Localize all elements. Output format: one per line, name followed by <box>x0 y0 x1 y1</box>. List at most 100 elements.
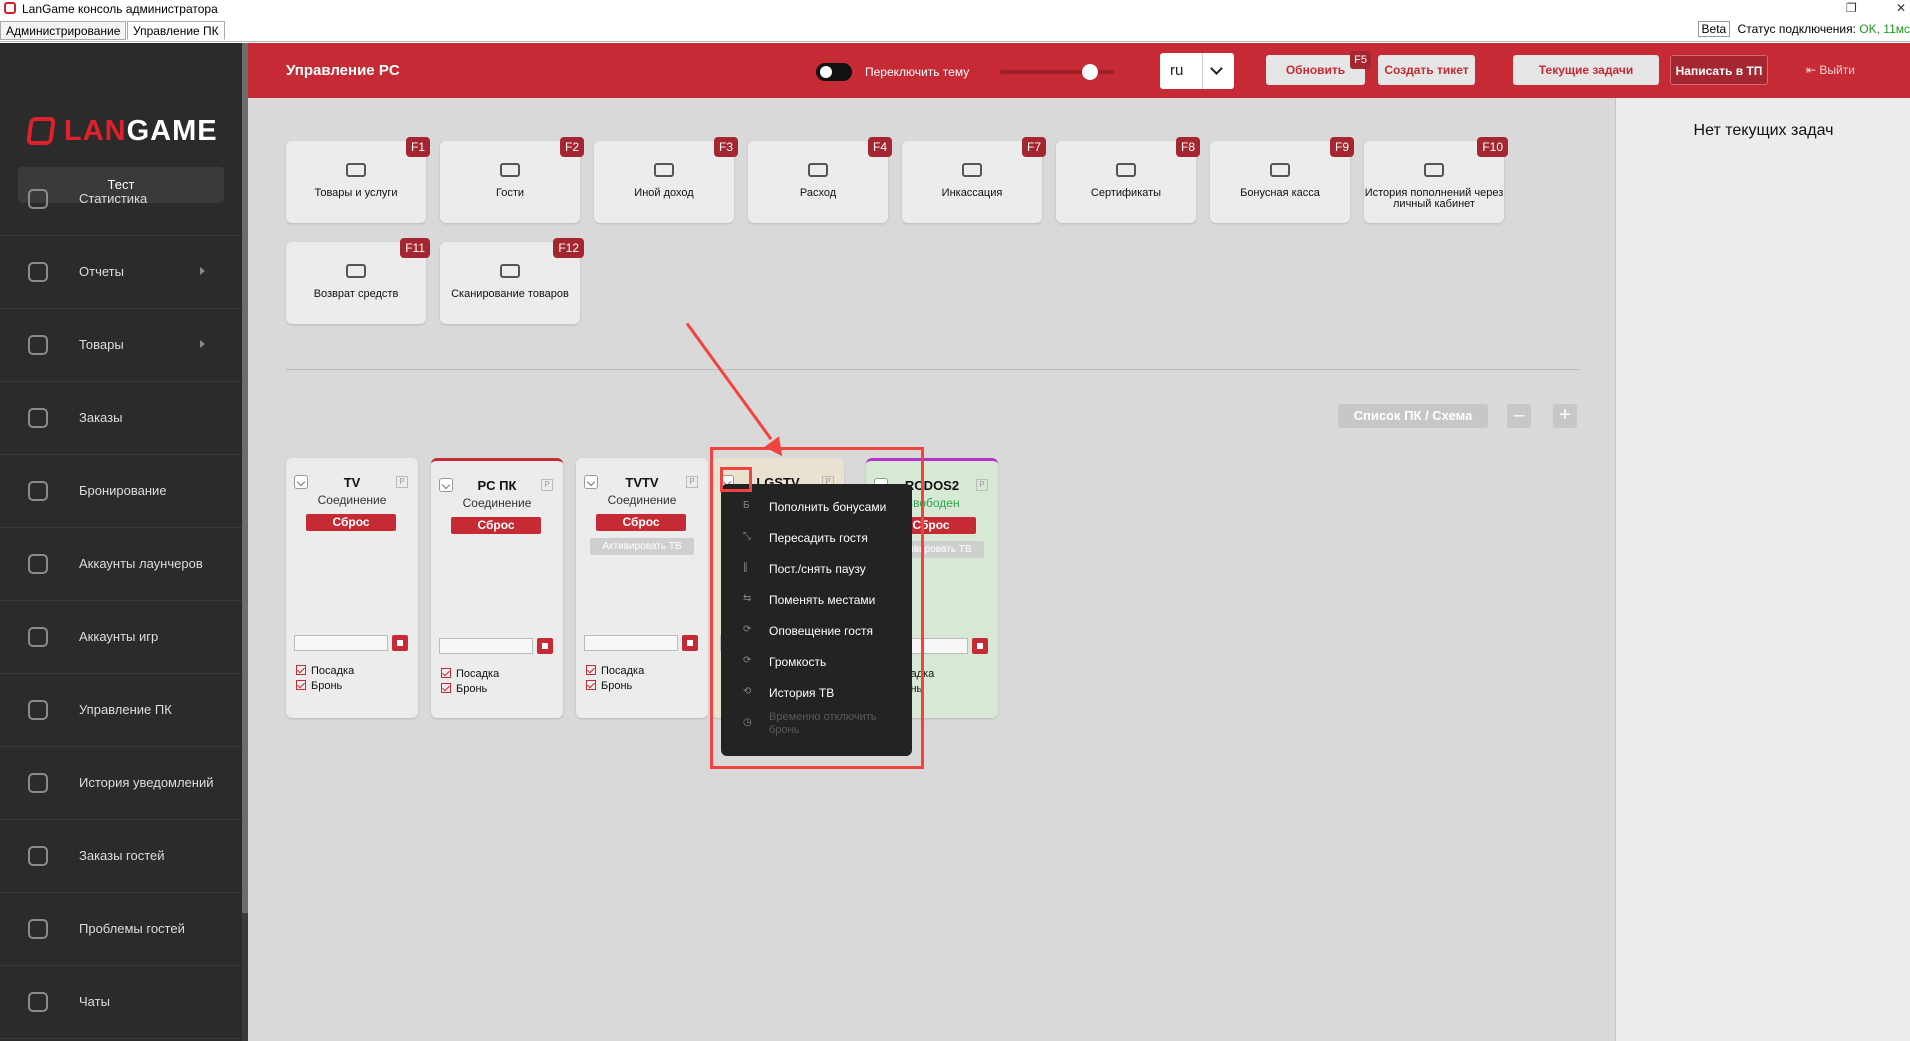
sidebar-item[interactable]: Заказы <box>0 382 242 455</box>
close-window-icon[interactable]: ✕ <box>1896 1 1906 15</box>
tile-hotkey: F12 <box>553 238 584 258</box>
pc-reset-button[interactable]: Сброс <box>306 514 396 531</box>
sidebar-item[interactable]: Проблемы гостей <box>0 893 242 966</box>
tasks-panel-title: Нет текущих задач <box>1693 122 1834 139</box>
pc-reset-button[interactable]: Сброс <box>451 517 541 534</box>
sidebar-item[interactable]: Аккаунты лаунчеров <box>0 528 242 601</box>
users-icon <box>500 163 520 177</box>
logout-button[interactable]: ⇤ Выйти <box>1806 63 1855 77</box>
pc-card[interactable]: P PC ПК Соединение Сброс Посадка Бронь <box>431 458 563 718</box>
annotation-highlight-checkbox <box>720 467 752 492</box>
pc-card[interactable]: P TVTV Соединение Сброс Активировать ТВ Пос… <box>576 458 708 718</box>
sidebar-item[interactable]: История уведомлений <box>0 747 242 820</box>
sidebar-item[interactable]: Товары <box>0 309 242 382</box>
theme-toggle[interactable] <box>816 63 852 81</box>
sidebar-item[interactable]: Чаты <box>0 966 242 1039</box>
sidebar-item-label: Аккаунты лаунчеров <box>79 556 203 571</box>
sidebar-item-label: Аккаунты игр <box>79 629 159 644</box>
seat-checkbox[interactable]: Посадка <box>296 665 354 677</box>
sidebar-item-label: Проблемы гостей <box>79 921 185 936</box>
tile-label: Сертификаты <box>1090 187 1162 199</box>
create-ticket-button[interactable]: Создать тикет <box>1378 55 1475 85</box>
quick-action-tile[interactable]: Инкассация F7 <box>902 137 1046 223</box>
grid-icon <box>28 408 48 428</box>
pc-card[interactable]: P TV Соединение Сброс Посадка Бронь <box>286 458 418 718</box>
trend-down-icon <box>808 163 828 177</box>
quick-action-tile[interactable]: Иной доход F3 <box>594 137 738 223</box>
sidebar-item-label: История уведомлений <box>79 775 214 790</box>
refresh-label: Обновить <box>1285 63 1346 77</box>
beta-badge[interactable]: Beta <box>1697 21 1731 37</box>
seat-checkbox[interactable]: Посадка <box>586 665 644 677</box>
quick-action-tile[interactable]: Сканирование товаров F12 <box>440 238 584 324</box>
pc-status: Соединение <box>607 493 677 507</box>
tab-administration[interactable]: Администрирование <box>0 21 127 40</box>
current-tasks-button[interactable]: Текущие задачи <box>1513 55 1659 85</box>
tile-hotkey: F3 <box>713 137 738 157</box>
pc-status: Соединение <box>317 493 387 507</box>
cash-icon <box>1270 163 1290 177</box>
refresh-hotkey: F5 <box>1350 51 1371 69</box>
cash-icon <box>500 264 520 278</box>
slider-knob[interactable] <box>1082 64 1098 80</box>
lock-icon[interactable] <box>392 635 408 651</box>
lock-icon[interactable] <box>537 638 553 654</box>
quick-action-tile[interactable]: Расход F4 <box>748 137 892 223</box>
booking-checkbox[interactable]: Бронь <box>441 683 487 695</box>
tile-label: Гости <box>495 187 525 199</box>
cash-icon <box>1424 163 1444 177</box>
chevron-down-icon[interactable] <box>1210 62 1223 75</box>
quick-action-tile[interactable]: Сертификаты F8 <box>1056 137 1200 223</box>
activate-tv-button[interactable]: Активировать ТВ <box>590 538 694 555</box>
trend-up-icon <box>654 163 674 177</box>
language-select[interactable]: ru <box>1160 53 1234 89</box>
pc-input[interactable] <box>584 635 678 651</box>
sidebar-item[interactable]: Управление ПК <box>0 674 242 747</box>
seat-checkbox[interactable]: Посадка <box>441 668 499 680</box>
write-support-button[interactable]: Написать в ТП <box>1670 55 1768 85</box>
edit-icon <box>28 481 48 501</box>
refresh-button[interactable]: Обновить F5 <box>1266 51 1371 85</box>
chevron-right-icon <box>200 267 205 275</box>
quick-action-tile[interactable]: Бонусная касса F9 <box>1210 137 1354 223</box>
booking-checkbox[interactable]: Бронь <box>296 680 342 692</box>
sidebar-item[interactable]: Бронирование <box>0 455 242 528</box>
brightness-slider[interactable] <box>1000 64 1114 80</box>
tab-pc-management[interactable]: Управление ПК <box>127 21 225 40</box>
pc-reset-button[interactable]: Сброс <box>596 514 686 531</box>
quick-action-tile[interactable]: Гости F2 <box>440 137 584 223</box>
sidebar-item[interactable]: Аккаунты игр <box>0 601 242 674</box>
langame-app-icon <box>4 2 16 14</box>
warning-icon <box>28 919 48 939</box>
tile-hotkey: F10 <box>1477 137 1508 157</box>
quick-action-tile[interactable]: Возврат средств F11 <box>286 238 430 324</box>
sidebar-item-label: Заказы гостей <box>79 848 165 863</box>
sidebar-item-label: Чаты <box>79 994 110 1009</box>
tile-hotkey: F7 <box>1021 137 1046 157</box>
tile-hotkey: F8 <box>1175 137 1200 157</box>
tasks-panel: Нет текущих задач <box>1615 98 1910 1041</box>
zoom-in-button[interactable]: + <box>1553 404 1577 428</box>
connection-value: OK, 11мс <box>1859 22 1910 36</box>
booking-checkbox[interactable]: Бронь <box>586 680 632 692</box>
zoom-out-button[interactable]: – <box>1507 404 1531 428</box>
sidebar-item[interactable]: Отчеты <box>0 236 242 309</box>
quick-action-tile[interactable]: История пополнений через личный кабинет … <box>1364 137 1508 223</box>
pc-input[interactable] <box>439 638 533 654</box>
sidebar-item-label: Товары <box>79 337 124 352</box>
booking-label: Бронь <box>601 680 633 692</box>
logo-suffix: GAME <box>126 115 218 147</box>
restore-window-icon[interactable]: ❐ <box>1846 1 1857 15</box>
lock-icon[interactable] <box>682 635 698 651</box>
cash-icon <box>1116 163 1136 177</box>
lock-icon[interactable] <box>972 638 988 654</box>
booking-label: Бронь <box>456 683 488 695</box>
sidebar-item[interactable]: Заказы гостей <box>0 820 242 893</box>
tile-label: Иной доход <box>634 187 694 199</box>
view-switch-button[interactable]: Список ПК / Схема <box>1338 404 1488 428</box>
sidebar-item[interactable]: Статистика <box>0 163 242 236</box>
sidebar-item-label: Статистика <box>79 191 148 206</box>
quick-action-tile[interactable]: Товары и услуги F1 <box>286 137 430 223</box>
tile-hotkey: F9 <box>1329 137 1354 157</box>
pc-input[interactable] <box>294 635 388 651</box>
